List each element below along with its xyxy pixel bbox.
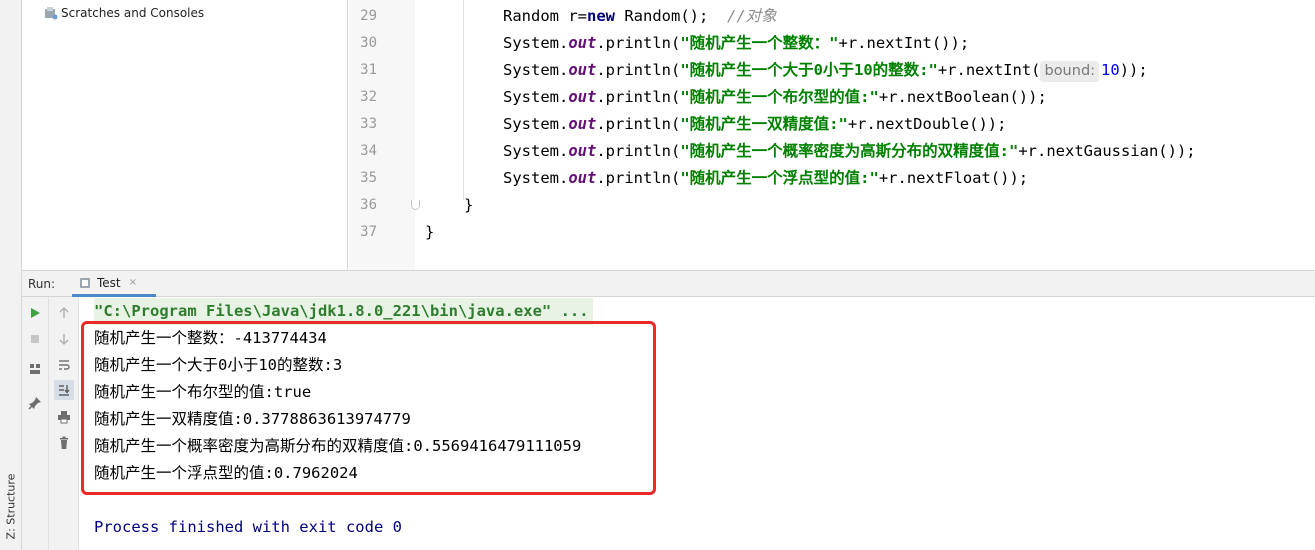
layout-icon [30,364,40,374]
code-token: System. [503,88,569,106]
string-token: "随机产生一个布尔型的值:" [680,88,879,106]
pin-icon [28,397,41,410]
code-token: .println( [596,61,681,79]
run-console[interactable]: "C:\Program Files\Java\jdk1.8.0_221\bin\… [79,297,1315,550]
play-icon [31,308,40,318]
code-token: System. [503,34,569,52]
scroll-to-end-icon [59,385,70,396]
code-line-37: } [425,223,435,241]
string-token: "随机产生一个整数：" [680,34,839,52]
trash-icon [60,436,68,449]
tree-item-scratches[interactable]: Scratches and Consoles [44,4,204,22]
run-toolbar-secondary [49,297,79,550]
code-token: Random(); [615,7,727,25]
code-line-31: System.out.println("随机产生一个大于0小于10的整数:"+r… [503,57,1148,84]
structure-tab-label: Z: Structure [4,473,18,540]
field-token: out [568,169,597,187]
run-label: Run: [28,277,56,291]
code-token: +r.nextFloat()); [878,169,1029,187]
keyword-token: new [587,7,615,25]
run-toolbar-primary [22,297,49,550]
line-number: 36 [360,197,377,213]
run-tab-test[interactable]: Test × [72,271,156,297]
left-tool-strip: Z: Structure [0,0,22,550]
structure-tool-tab[interactable]: Z: Structure [3,470,19,550]
code-line-33: System.out.println("随机产生一双精度值:"+r.nextDo… [503,111,1006,138]
string-token: "随机产生一双精度值:" [680,115,848,133]
arrow-down-icon [59,334,69,345]
code-token: System. [503,142,569,160]
indent-guide [463,0,464,200]
soft-wrap-icon [59,360,70,370]
code-token: +r.nextInt()); [838,34,970,52]
scroll-down-button[interactable] [54,329,74,349]
code-line-36: } [464,196,474,214]
stop-icon [31,335,39,343]
code-line-35: System.out.println("随机产生一个浮点型的值:"+r.next… [503,165,1028,192]
code-token: .println( [596,88,681,106]
code-token: Random r= [503,7,587,25]
editor-gutter: 29 30 31 32 33 34 35 36 37 [349,0,420,270]
rerun-button[interactable] [25,303,45,323]
stop-button[interactable] [25,329,45,349]
code-line-30: System.out.println("随机产生一个整数："+r.nextInt… [503,30,969,57]
code-token: +r.nextGaussian()); [1018,142,1196,160]
code-token: .println( [596,34,681,52]
comment-token: //对象 [726,7,777,25]
scratches-folder-icon [44,6,58,20]
code-area: Random r=new Random(); //对象 System.out.p… [415,0,1315,270]
scroll-up-button[interactable] [54,303,74,323]
line-number: 29 [360,8,377,24]
run-tool-header: Run: Test × [22,270,1315,297]
pin-button[interactable] [25,393,45,413]
line-number: 35 [360,170,377,186]
line-number: 30 [360,35,377,51]
code-token: System. [503,115,569,133]
number-token: 10 [1101,61,1120,79]
field-token: out [568,61,597,79]
line-number: 34 [360,143,377,159]
code-token: +r.nextDouble()); [847,115,1007,133]
line-number: 31 [360,62,377,78]
arrow-up-icon [59,307,69,318]
string-token: "随机产生一个大于0小于10的整数:" [680,61,938,79]
code-editor[interactable]: 29 30 31 32 33 34 35 36 37 Random r=new … [349,0,1315,270]
code-token: System. [503,61,569,79]
line-number: 32 [360,89,377,105]
soft-wrap-button[interactable] [54,355,74,375]
code-token: .println( [596,169,681,187]
scroll-to-end-button[interactable] [54,380,74,400]
field-token: out [568,142,597,160]
print-button[interactable] [54,407,74,427]
string-token: "随机产生一个概率密度为高斯分布的双精度值:" [680,142,1019,160]
run-tab-label: Test [97,275,121,290]
code-token: .println( [596,115,681,133]
printer-icon [58,411,70,424]
code-token: +r.nextBoolean()); [878,88,1047,106]
close-icon[interactable]: × [129,277,137,288]
parameter-hint: bound: [1040,61,1100,82]
project-tree-panel: Scratches and Consoles [22,0,348,270]
code-line-29: Random r=new Random(); //对象 [503,3,777,30]
clear-all-button[interactable] [54,433,74,453]
code-token: .println( [596,142,681,160]
code-token: +r.nextInt( [937,61,1041,79]
java-app-icon [79,277,91,289]
line-number: 33 [360,116,377,132]
output-highlight-box [81,321,656,495]
console-exit-message: Process finished with exit code 0 [94,518,402,536]
tree-item-label: Scratches and Consoles [61,6,205,20]
line-number: 37 [360,224,377,240]
field-token: out [568,88,597,106]
layout-button[interactable] [25,359,45,379]
field-token: out [568,34,597,52]
code-token: System. [503,169,569,187]
code-line-32: System.out.println("随机产生一个布尔型的值:"+r.next… [503,84,1047,111]
field-token: out [568,115,597,133]
code-token: )); [1119,61,1148,79]
string-token: "随机产生一个浮点型的值:" [680,169,879,187]
code-line-34: System.out.println("随机产生一个概率密度为高斯分布的双精度值… [503,138,1196,165]
